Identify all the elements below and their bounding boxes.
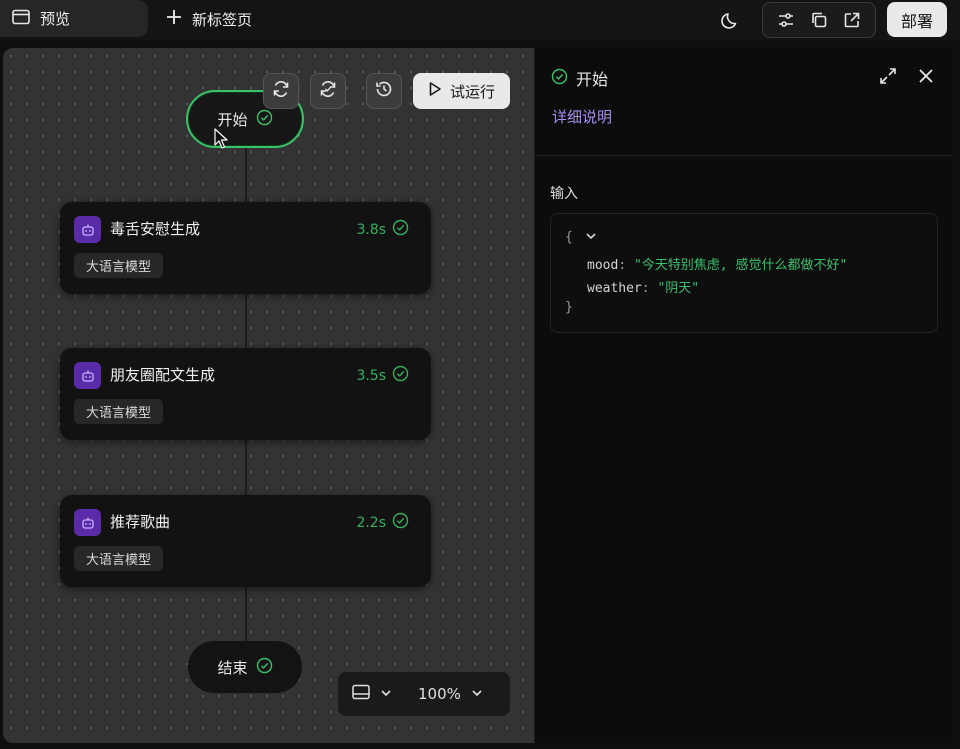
llm-node-duration: 3.8s xyxy=(356,219,409,240)
connector-line xyxy=(245,148,247,202)
check-circle-icon xyxy=(256,657,273,678)
detail-link[interactable]: 详细说明 xyxy=(552,106,612,127)
sync-icon xyxy=(318,79,338,103)
duration-text: 3.8s xyxy=(356,221,386,238)
json-close-brace: } xyxy=(565,300,573,315)
window-icon xyxy=(12,9,30,29)
new-tab-label: 新标签页 xyxy=(192,10,253,29)
json-value: "今天特别焦虑, 感觉什么都做不好" xyxy=(633,258,848,273)
check-circle-icon xyxy=(551,68,568,89)
chevron-down-icon[interactable] xyxy=(471,685,483,703)
tab-preview-label: 预览 xyxy=(40,10,71,28)
end-node-label: 结束 xyxy=(217,658,248,677)
json-open-line: { xyxy=(565,230,597,245)
connector-line xyxy=(245,294,247,348)
duration-text: 3.5s xyxy=(356,367,386,384)
layout-panel-icon[interactable] xyxy=(352,684,370,704)
llm-node[interactable]: 推荐歌曲 2.2s 大语言模型 xyxy=(60,495,431,587)
zoom-level[interactable]: 100% xyxy=(418,685,461,703)
sync-button[interactable] xyxy=(310,73,346,109)
chevron-down-icon[interactable] xyxy=(380,685,392,703)
llm-node[interactable]: 朋友圈配文生成 3.5s 大语言模型 xyxy=(60,348,431,440)
history-button[interactable] xyxy=(366,73,402,109)
refresh-button[interactable] xyxy=(263,73,299,109)
duration-text: 2.2s xyxy=(356,514,386,531)
llm-node-title: 推荐歌曲 xyxy=(110,513,171,531)
node-detail-panel: 开始 详细说明 输入 { mood: "今天特别焦虑, 感觉什么都做不好" we… xyxy=(534,48,952,743)
history-icon xyxy=(374,79,394,103)
mouse-cursor-icon xyxy=(214,128,230,154)
trial-run-label: 试运行 xyxy=(449,82,495,101)
start-node-label: 开始 xyxy=(217,110,248,129)
bot-icon xyxy=(74,216,101,243)
close-icon[interactable] xyxy=(916,66,936,90)
llm-node-tag: 大语言模型 xyxy=(74,546,164,571)
input-json-viewer[interactable]: { mood: "今天特别焦虑, 感觉什么都做不好" weather: "阴天"… xyxy=(550,213,938,333)
toolbar-icon-group xyxy=(762,2,876,38)
llm-node-tag: 大语言模型 xyxy=(74,399,164,424)
check-circle-icon xyxy=(392,512,409,533)
trial-run-button[interactable]: 试运行 xyxy=(413,73,510,109)
new-tab-button[interactable]: 新标签页 xyxy=(166,0,252,38)
llm-node-title: 朋友圈配文生成 xyxy=(110,366,216,384)
bot-icon xyxy=(74,362,101,389)
check-circle-icon xyxy=(392,365,409,386)
json-key: mood xyxy=(587,258,619,273)
expand-icon[interactable] xyxy=(878,66,898,90)
panel-actions xyxy=(878,66,936,90)
llm-node-duration: 2.2s xyxy=(356,512,409,533)
json-key: weather xyxy=(587,281,642,296)
chevron-down-icon[interactable] xyxy=(585,230,597,245)
llm-node[interactable]: 毒舌安慰生成 3.8s 大语言模型 xyxy=(60,202,431,294)
panel-title: 开始 xyxy=(576,70,609,89)
play-icon xyxy=(428,81,442,101)
sliders-icon[interactable] xyxy=(774,8,798,32)
bot-icon xyxy=(74,509,101,536)
divider xyxy=(535,155,952,156)
input-section-label: 输入 xyxy=(550,186,578,202)
tab-preview[interactable]: 预览 xyxy=(0,0,148,37)
workflow-canvas[interactable]: 开始 试运行 毒舌安慰生成 3.8s 大语言模型 朋友圈配文生成 3.5s 大语… xyxy=(3,48,534,743)
theme-toggle-moon-icon[interactable] xyxy=(718,7,744,33)
llm-node-tag: 大语言模型 xyxy=(74,253,164,278)
external-link-icon[interactable] xyxy=(840,8,864,32)
json-field-weather: weather: "阴天" xyxy=(587,281,700,296)
json-field-mood: mood: "今天特别焦虑, 感觉什么都做不好" xyxy=(587,258,848,273)
llm-node-duration: 3.5s xyxy=(356,365,409,386)
panel-header: 开始 xyxy=(551,66,608,90)
json-close-line: } xyxy=(565,300,573,315)
llm-node-title: 毒舌安慰生成 xyxy=(110,220,201,238)
json-value: "阴天" xyxy=(657,281,700,296)
connector-line xyxy=(245,587,247,642)
connector-line xyxy=(245,440,247,495)
check-circle-icon xyxy=(392,219,409,240)
copy-icon[interactable] xyxy=(807,8,831,32)
plus-icon xyxy=(166,9,182,29)
check-circle-icon xyxy=(256,109,273,130)
json-open-brace: { xyxy=(565,230,573,245)
end-node[interactable]: 结束 xyxy=(188,641,302,693)
top-bar: 预览 新标签页 部署 xyxy=(0,0,960,40)
refresh-icon xyxy=(271,79,291,103)
deploy-button[interactable]: 部署 xyxy=(887,2,947,37)
zoom-controls: 100% xyxy=(338,672,510,716)
